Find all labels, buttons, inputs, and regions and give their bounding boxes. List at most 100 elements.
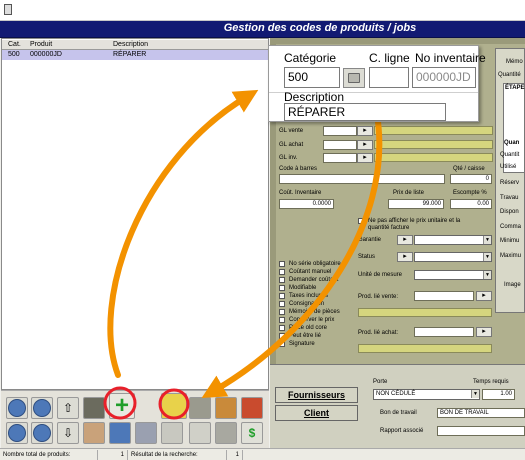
rapport-associe-label: Rapport associé <box>380 428 424 434</box>
escompte-label: Escompte % <box>453 190 487 196</box>
edit-icon[interactable] <box>189 397 211 419</box>
gl-inv-field[interactable] <box>323 153 357 163</box>
escompte-field[interactable]: 0.00 <box>450 199 492 209</box>
memo-label: Mémo <box>506 59 523 65</box>
first-record-icon[interactable] <box>6 397 28 419</box>
dollar-icon[interactable]: $ <box>241 422 263 444</box>
code-barres-label: Code à barres <box>279 166 318 172</box>
prod-lie-vente-label: Prod. lié vente: <box>358 294 399 300</box>
checkbox-demander-coutant[interactable] <box>279 277 285 283</box>
client-button[interactable]: Client <box>275 405 358 421</box>
ne-pas-afficher-checkbox[interactable] <box>358 218 364 224</box>
last-record-icon[interactable] <box>31 422 53 444</box>
checkbox-consignation[interactable] <box>279 301 285 307</box>
qte-caisse-label: Qté / caisse <box>453 166 485 172</box>
temps-requis-field[interactable]: 1.00 <box>482 389 515 400</box>
search-icon[interactable] <box>83 422 105 444</box>
categorie-field[interactable]: 500 <box>284 67 340 88</box>
code-barres-field[interactable] <box>279 174 445 184</box>
right-label: Travau <box>500 195 519 201</box>
cout-inventaire-field[interactable]: 0.0000 <box>279 199 334 209</box>
c-ligne-field[interactable] <box>369 67 409 88</box>
checkbox-conserver-prix[interactable] <box>279 317 285 323</box>
gl-inv-lookup-button[interactable]: ▸ <box>357 153 373 163</box>
prod-lie-vente-field[interactable] <box>414 291 474 301</box>
checkbox-modifiable[interactable] <box>279 285 285 291</box>
checkbox-memoire-pieces[interactable] <box>279 309 285 315</box>
column-produit[interactable]: Produit <box>30 41 52 48</box>
arrow-up-icon[interactable]: ⇧ <box>57 397 79 419</box>
prix-liste-field[interactable]: 99.000 <box>388 199 444 209</box>
prod-lie-achat-field[interactable] <box>414 327 474 337</box>
cell-produit: 000000JD <box>30 51 62 58</box>
prod-lie-vente-lookup-button[interactable]: ▸ <box>476 291 492 301</box>
status-lookup-button[interactable]: ▸ <box>397 252 413 262</box>
prod-lie-achat-desc <box>358 344 492 353</box>
document-icon[interactable] <box>135 422 157 444</box>
fournisseurs-button[interactable]: Fournisseurs <box>275 387 358 403</box>
product-list[interactable]: Cat. Produit Description 500 000000JD RÉ… <box>1 38 269 390</box>
gl-achat-field[interactable] <box>323 140 357 150</box>
table-row[interactable]: 500 000000JD RÉPARER <box>2 50 268 60</box>
status-dropdown[interactable]: ▼ <box>414 252 492 262</box>
report-icon[interactable] <box>241 397 263 419</box>
checkbox-signature[interactable] <box>279 341 285 347</box>
arrow-down-icon[interactable]: ⇩ <box>57 422 79 444</box>
printer-icon[interactable] <box>83 397 105 419</box>
bon-travail-field[interactable]: BON DE TRAVAIL <box>437 408 525 418</box>
window-titlebar <box>0 0 525 21</box>
prix-liste-label: Prix de liste <box>393 190 425 196</box>
save-icon[interactable] <box>161 393 187 419</box>
garantie-dropdown[interactable]: ▼ <box>414 235 492 245</box>
gl-inv-desc <box>374 153 493 162</box>
categorie-label: Catégorie <box>284 51 337 65</box>
globe-icon[interactable] <box>109 422 131 444</box>
gl-vente-label: GL vente <box>279 128 304 134</box>
right-label: Minimu <box>500 238 520 244</box>
rapport-associe-field[interactable] <box>437 426 525 436</box>
cout-inventaire-label: Coût. Inventaire <box>279 190 322 196</box>
garantie-label: Garantie <box>358 237 382 243</box>
unite-mesure-dropdown[interactable]: ▼ <box>414 270 492 280</box>
garantie-lookup-button[interactable]: ▸ <box>397 235 413 245</box>
checkbox-taxes-incluses[interactable] <box>279 293 285 299</box>
description-field[interactable]: RÉPARER <box>284 103 446 121</box>
prod-lie-achat-lookup-button[interactable]: ▸ <box>476 327 492 337</box>
ne-pas-afficher-label: Ne pas afficher le prix unitaire et la q… <box>368 218 461 231</box>
cell-cat: 500 <box>8 51 20 58</box>
porte-dropdown[interactable]: NON CÉDULÉ ▼ <box>373 389 480 400</box>
bottom-form-area: Fournisseurs Client Porte Temps requis N… <box>270 364 525 448</box>
gl-achat-desc <box>374 140 493 149</box>
next-record-icon[interactable] <box>6 422 28 444</box>
column-cat[interactable]: Cat. <box>8 41 21 48</box>
delete-icon[interactable] <box>189 422 211 444</box>
column-description[interactable]: Description <box>113 41 148 48</box>
checkbox-no-serie[interactable] <box>279 261 285 267</box>
tools-icon[interactable] <box>215 422 237 444</box>
add-icon[interactable]: + <box>109 393 135 419</box>
gl-vente-lookup-button[interactable]: ▸ <box>357 126 373 136</box>
checkbox-piece-old-core[interactable] <box>279 325 285 331</box>
resultat-label: Résultat de la recherche: <box>131 450 227 460</box>
page-header: Gestion des codes de produits / jobs <box>0 21 525 38</box>
etape-box[interactable]: ÉTAPE <box>503 83 525 173</box>
right-label: Comma <box>500 224 522 230</box>
plus-icon: + <box>114 392 129 419</box>
categorie-lookup-icon[interactable] <box>343 68 365 88</box>
checkbox-peut-etre-lie[interactable] <box>279 333 285 339</box>
porte-label: Porte <box>373 379 388 385</box>
qte-caisse-field[interactable]: 0 <box>450 174 492 184</box>
zoom-callout: Catégorie C. ligne No inventaire 500 000… <box>268 45 486 122</box>
checkbox-label: No série obligatoire <box>289 261 341 267</box>
previous-record-icon[interactable] <box>31 397 53 419</box>
barcode-icon[interactable] <box>215 397 237 419</box>
checkbox-coutant-manuel[interactable] <box>279 269 285 275</box>
etape-label: ÉTAPE <box>505 85 525 91</box>
gl-achat-lookup-button[interactable]: ▸ <box>357 140 373 150</box>
gl-vente-field[interactable] <box>323 126 357 136</box>
right-label: Utilisé <box>500 164 517 170</box>
document-icon <box>4 4 12 15</box>
right-label: Quantit <box>500 152 520 158</box>
copy-icon[interactable] <box>161 422 183 444</box>
no-inventaire-field[interactable]: 000000JD <box>412 67 476 88</box>
